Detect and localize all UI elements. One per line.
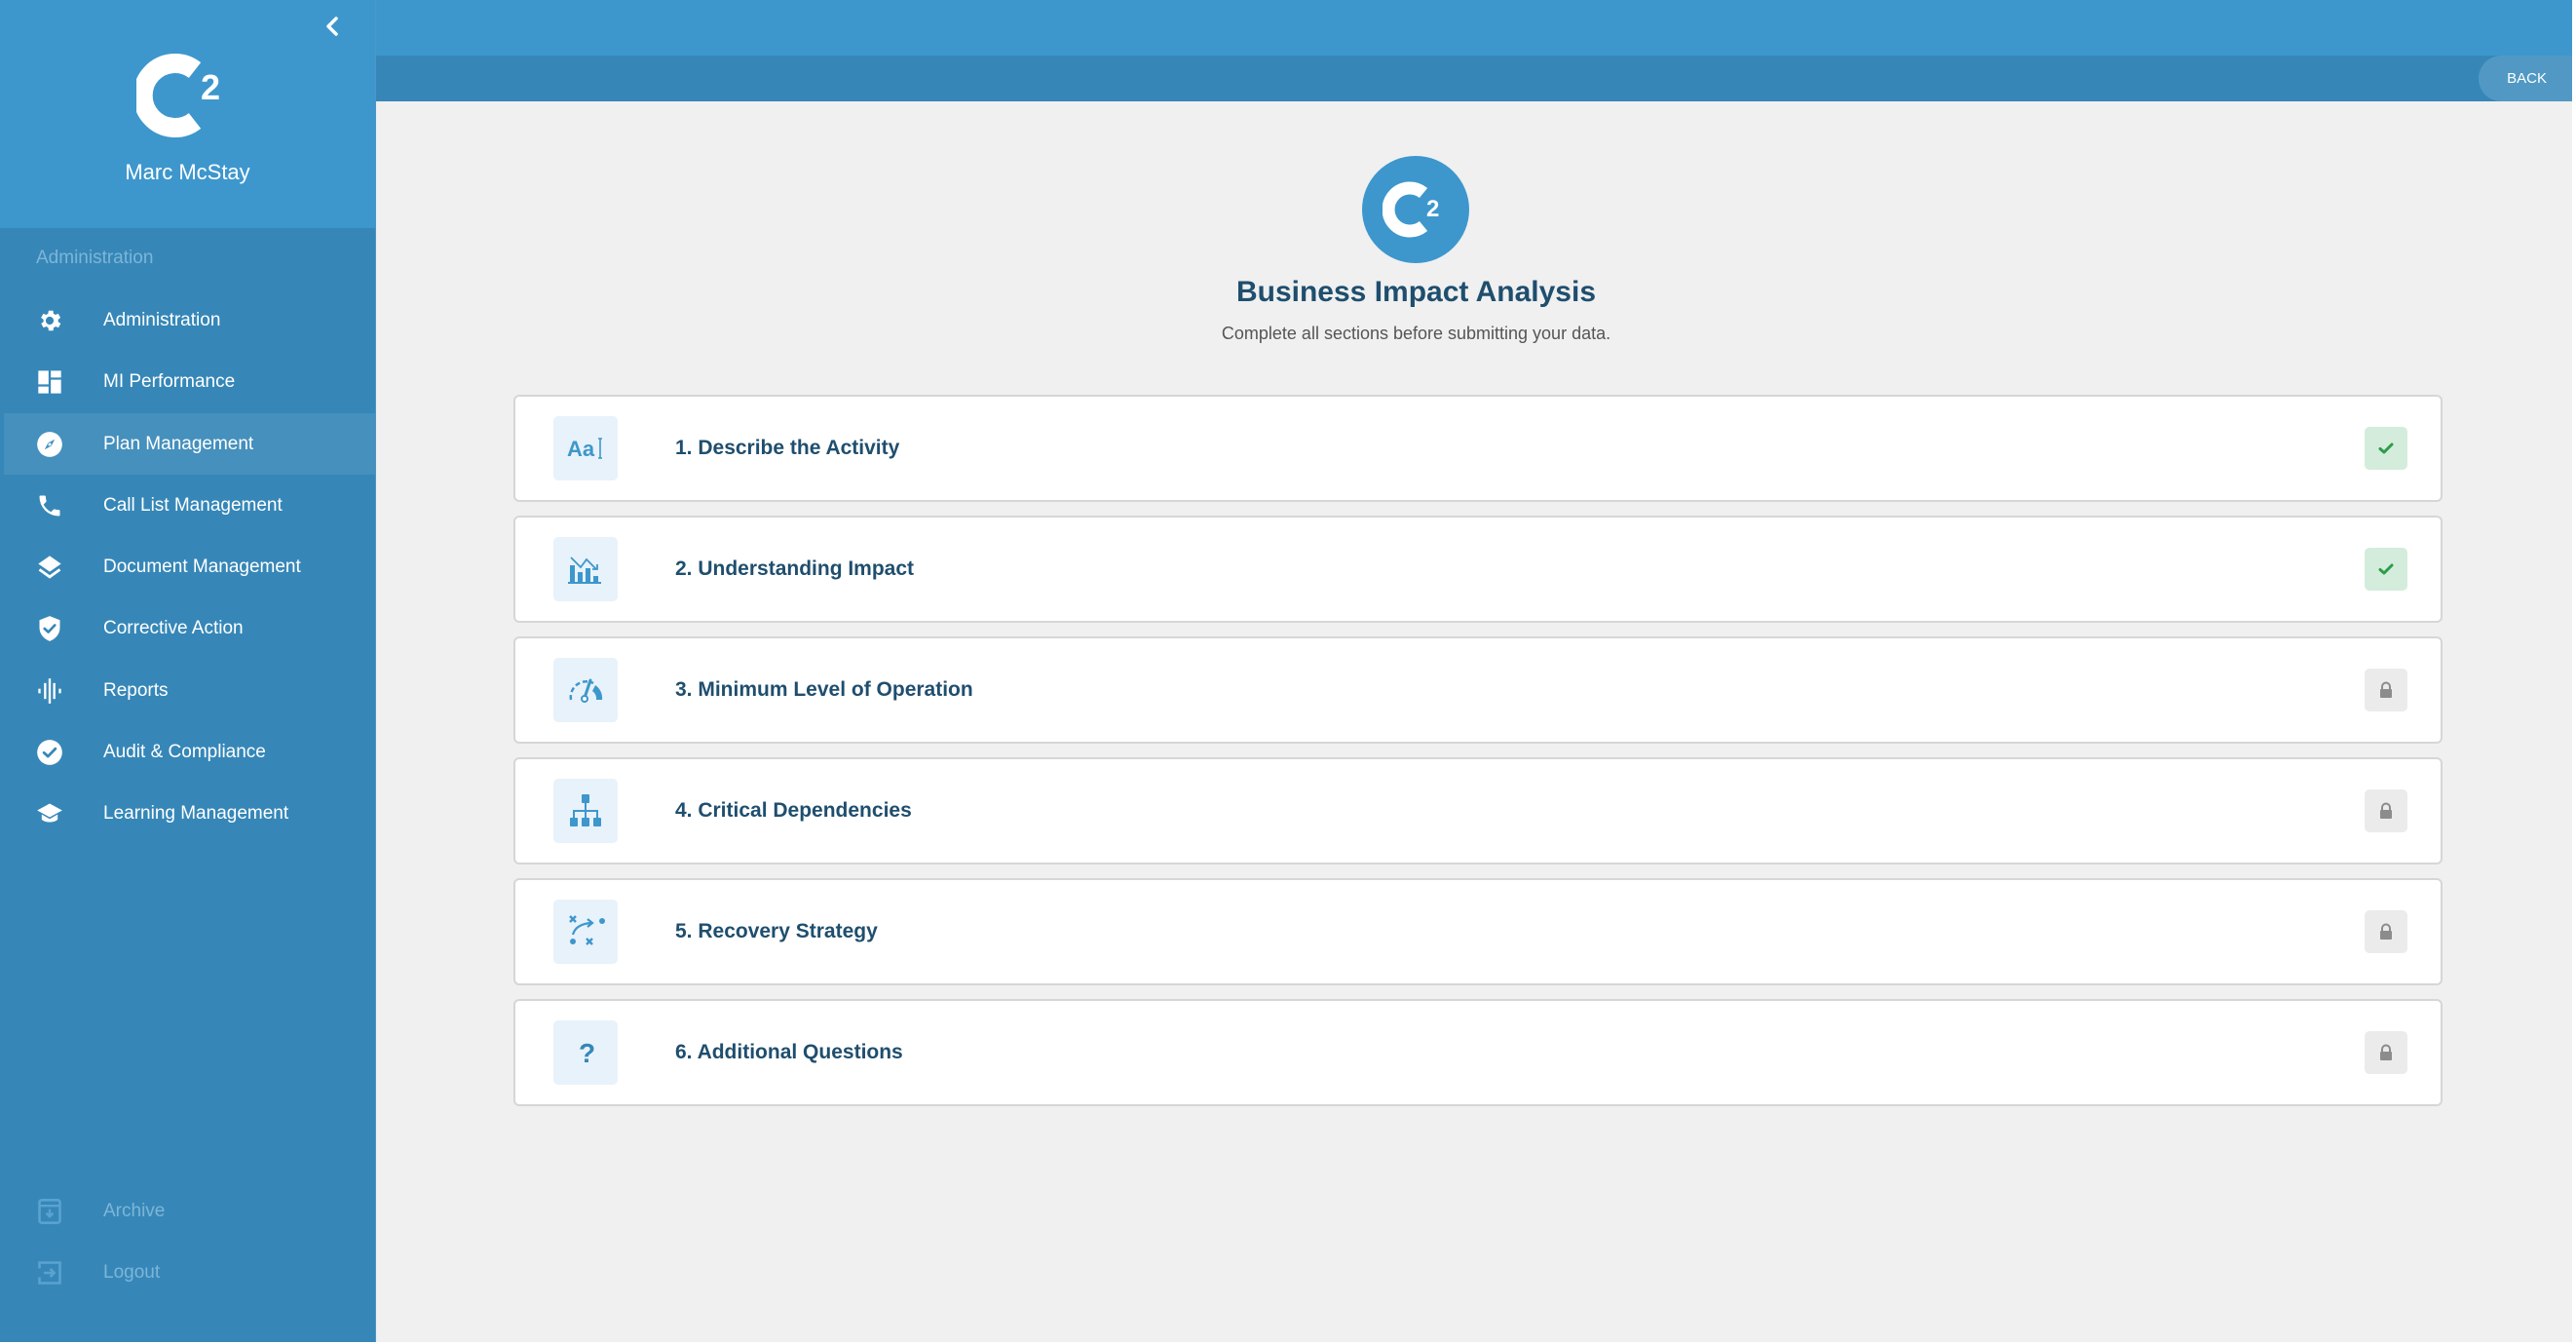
sidebar-item-label: MI Performance <box>103 371 236 392</box>
sidebar-item-plan-management[interactable]: Plan Management <box>4 413 375 475</box>
section-card-describe-activity[interactable]: Aa 1. Describe the Activity <box>513 395 2443 502</box>
phone-icon <box>36 492 63 519</box>
sidebar-item-administration[interactable]: Administration <box>4 289 375 351</box>
chart-decline-icon <box>553 537 618 601</box>
section-card-understanding-impact[interactable]: 2. Understanding Impact <box>513 516 2443 623</box>
checkmark-icon <box>2378 442 2394 454</box>
svg-text:Aa: Aa <box>567 437 595 461</box>
layers-icon <box>36 554 63 581</box>
sidebar-header: 2 Marc McStay <box>0 0 375 228</box>
lock-icon <box>2380 1044 2392 1060</box>
sidebar-item-label: Learning Management <box>103 803 289 824</box>
shield-check-icon <box>36 615 63 642</box>
sidebar: 2 Marc McStay Administration Administrat… <box>0 0 376 1342</box>
section-card-critical-dependencies[interactable]: 4. Critical Dependencies <box>513 757 2443 864</box>
status-locked <box>2365 789 2407 832</box>
section-title: 3. Minimum Level of Operation <box>675 678 973 701</box>
speedometer-icon <box>553 658 618 722</box>
compass-icon <box>36 431 63 458</box>
back-button[interactable]: BACK <box>2479 56 2572 101</box>
section-title: 5. Recovery Strategy <box>675 920 878 942</box>
hierarchy-icon <box>553 779 618 843</box>
chevron-left-icon <box>326 17 338 36</box>
section-title: 2. Understanding Impact <box>675 557 915 580</box>
section-card-additional-questions[interactable]: ? 6. Additional Questions <box>513 999 2443 1106</box>
sidebar-item-corrective-action[interactable]: Corrective Action <box>4 597 375 659</box>
status-locked <box>2365 1031 2407 1074</box>
section-title: 6. Additional Questions <box>675 1041 903 1063</box>
sidebar-item-label: Reports <box>103 680 169 701</box>
sidebar-item-label: Document Management <box>103 557 301 577</box>
sidebar-item-reports[interactable]: Reports <box>4 660 375 721</box>
lock-icon <box>2380 923 2392 940</box>
dashboard-icon <box>36 368 63 396</box>
graduation-cap-icon <box>36 800 63 827</box>
section-card-recovery-strategy[interactable]: 5. Recovery Strategy <box>513 878 2443 985</box>
status-locked <box>2365 669 2407 711</box>
strategy-icon <box>553 900 618 964</box>
user-name: Marc McStay <box>125 160 250 184</box>
sidebar-item-label: Logout <box>103 1262 161 1283</box>
archive-icon <box>36 1198 63 1225</box>
text-format-icon: Aa <box>553 416 618 480</box>
sidebar-item-call-list-management[interactable]: Call List Management <box>4 475 375 536</box>
page-subtitle: Complete all sections before submitting … <box>1221 324 1611 343</box>
sidebar-item-learning-management[interactable]: Learning Management <box>4 783 375 844</box>
sidebar-item-label: Corrective Action <box>103 618 244 638</box>
sidebar-item-document-management[interactable]: Document Management <box>4 536 375 597</box>
window-edge <box>2572 0 2576 1344</box>
status-locked <box>2365 910 2407 953</box>
sidebar-item-label: Call List Management <box>103 495 283 516</box>
sidebar-item-logout[interactable]: Logout <box>4 1242 375 1303</box>
lock-icon <box>2380 802 2392 819</box>
collapse-sidebar-button[interactable] <box>320 12 345 41</box>
sidebar-section-label: Administration <box>36 248 154 268</box>
checkmark-icon <box>2378 563 2394 575</box>
page-title: Business Impact Analysis <box>1235 276 1597 308</box>
logout-icon <box>36 1259 63 1286</box>
section-card-minimum-level-operation[interactable]: 3. Minimum Level of Operation <box>513 636 2443 744</box>
sidebar-item-label: Plan Management <box>103 434 254 454</box>
sidebar-item-label: Administration <box>103 310 221 330</box>
sidebar-item-label: Audit & Compliance <box>103 742 266 762</box>
page-header: Business Impact Analysis Complete all se… <box>376 0 2456 390</box>
svg-text:?: ? <box>579 1038 595 1068</box>
svg-text:2: 2 <box>201 67 220 107</box>
lock-icon <box>2380 681 2392 698</box>
section-title: 1. Describe the Activity <box>675 437 900 459</box>
sidebar-item-label: Archive <box>103 1201 166 1221</box>
section-title: 4. Critical Dependencies <box>675 799 912 822</box>
c2-logo: 2 <box>136 54 220 137</box>
sidebar-item-archive[interactable]: Archive <box>4 1180 375 1242</box>
sidebar-item-mi-performance[interactable]: MI Performance <box>4 351 375 412</box>
question-icon: ? <box>553 1020 618 1085</box>
check-circle-icon <box>36 739 63 766</box>
sidebar-item-audit-compliance[interactable]: Audit & Compliance <box>4 721 375 783</box>
status-complete <box>2365 427 2407 470</box>
waveform-icon <box>36 677 63 705</box>
status-complete <box>2365 548 2407 591</box>
gear-icon <box>36 307 63 334</box>
